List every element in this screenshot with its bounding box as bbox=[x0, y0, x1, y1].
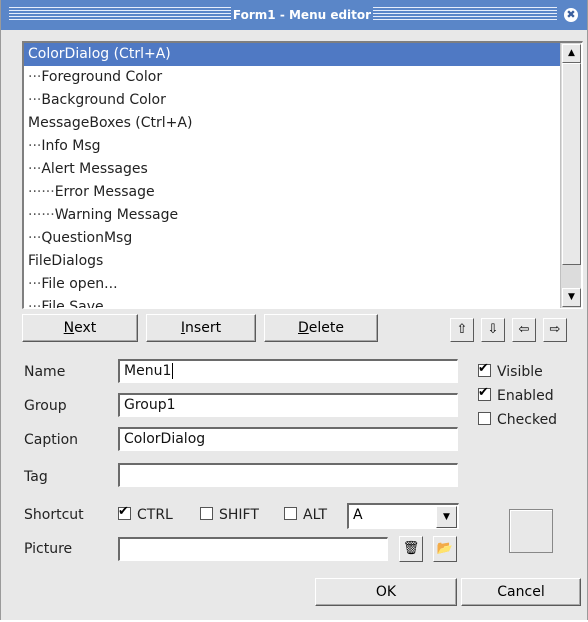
tree-item-label: File open... bbox=[41, 276, 118, 292]
tree-item-label: Foreground Color bbox=[41, 69, 163, 85]
shift-checkbox[interactable]: SHIFT bbox=[200, 505, 259, 525]
checkbox-box: ✔ bbox=[118, 504, 131, 520]
check-icon: ✔ bbox=[478, 385, 489, 400]
tree-item[interactable]: ······Error Message bbox=[24, 181, 560, 204]
name-label: Name bbox=[24, 364, 66, 380]
tag-input[interactable] bbox=[118, 463, 458, 487]
move-left-icon[interactable]: ⇦ bbox=[512, 318, 536, 342]
tree-item[interactable]: MessageBoxes (Ctrl+A) bbox=[24, 112, 560, 135]
tree-item-label: Alert Messages bbox=[41, 161, 148, 177]
menu-tree-list: ColorDialog (Ctrl+A) ···Foreground Color ·… bbox=[24, 43, 560, 309]
open-folder-icon[interactable]: 📂 bbox=[433, 536, 457, 562]
tag-label: Tag bbox=[24, 469, 48, 485]
title-stripes-right bbox=[373, 7, 557, 21]
tree-item[interactable]: ···Alert Messages bbox=[24, 158, 560, 181]
move-down-icon[interactable]: ⇩ bbox=[481, 318, 505, 342]
move-up-icon[interactable]: ⇧ bbox=[450, 318, 474, 342]
check-icon: ✔ bbox=[118, 504, 129, 519]
tree-item-label: Info Msg bbox=[41, 138, 101, 154]
tree-item[interactable]: ···QuestionMsg bbox=[24, 227, 560, 250]
tree-indent-dots: ··· bbox=[28, 299, 42, 309]
ok-button[interactable]: OK bbox=[315, 578, 457, 606]
alt-checkbox[interactable]: ALT bbox=[284, 505, 327, 525]
title-bar[interactable]: Form1 - Menu editor ✖ bbox=[1, 0, 587, 30]
tree-item[interactable]: ColorDialog (Ctrl+A) bbox=[24, 43, 560, 66]
tree-item[interactable]: ···Info Msg bbox=[24, 135, 560, 158]
menu-tree[interactable]: ColorDialog (Ctrl+A) ···Foreground Color ·… bbox=[22, 41, 583, 309]
picture-input[interactable] bbox=[118, 537, 388, 561]
menu-editor-window: Form1 - Menu editor ✖ ColorDialog (Ctrl+… bbox=[0, 0, 588, 620]
move-right-icon[interactable]: ⇨ bbox=[543, 318, 567, 342]
tree-item-label: FileDialogs bbox=[28, 253, 104, 269]
tree-indent-dots: ······ bbox=[28, 207, 55, 223]
scroll-down-icon[interactable]: ▼ bbox=[562, 288, 581, 307]
text-caret bbox=[172, 363, 174, 379]
checked-checkbox[interactable]: Checked bbox=[478, 410, 557, 430]
cancel-button[interactable]: Cancel bbox=[461, 578, 581, 606]
checkbox-box bbox=[284, 507, 297, 520]
tree-item-label: Background Color bbox=[41, 92, 166, 108]
tree-indent-dots: ··· bbox=[28, 92, 42, 108]
delete-button[interactable]: Delete bbox=[264, 314, 378, 342]
tree-indent-dots: ··· bbox=[28, 161, 42, 177]
ctrl-checkbox[interactable]: ✔ CTRL bbox=[118, 504, 173, 525]
next-button[interactable]: Next bbox=[22, 314, 138, 342]
tree-item[interactable]: ···File open... bbox=[24, 273, 560, 296]
caption-input[interactable]: ColorDialog bbox=[118, 427, 458, 451]
check-icon: ✔ bbox=[478, 361, 489, 376]
picture-label: Picture bbox=[24, 541, 73, 557]
checkbox-box: ✔ bbox=[478, 385, 491, 401]
visible-checkbox[interactable]: ✔ Visible bbox=[478, 361, 543, 382]
tree-indent-dots: ··· bbox=[28, 276, 42, 292]
insert-button[interactable]: Insert bbox=[146, 314, 256, 342]
name-input[interactable]: Menu1 bbox=[118, 359, 458, 383]
checkbox-box: ✔ bbox=[478, 361, 491, 377]
chevron-down-icon[interactable]: ▼ bbox=[436, 506, 457, 528]
checkbox-box bbox=[200, 507, 213, 520]
tree-item-label: File Save... bbox=[41, 299, 117, 309]
group-input[interactable]: Group1 bbox=[118, 393, 458, 417]
tree-item[interactable]: FileDialogs bbox=[24, 250, 560, 273]
checkbox-box bbox=[478, 412, 491, 425]
close-icon[interactable]: ✖ bbox=[564, 8, 578, 22]
tree-item[interactable]: ······Warning Message bbox=[24, 204, 560, 227]
tree-indent-dots: ······ bbox=[28, 184, 55, 200]
tree-indent-dots: ··· bbox=[28, 138, 42, 154]
tree-item-label: Error Message bbox=[54, 184, 155, 200]
window-title: Form1 - Menu editor bbox=[232, 8, 372, 22]
picture-preview bbox=[509, 509, 553, 553]
tree-item-label: Warning Message bbox=[54, 207, 179, 223]
tree-indent-dots: ··· bbox=[28, 69, 42, 85]
shortcut-key-value: A bbox=[353, 507, 363, 523]
scroll-thumb[interactable] bbox=[562, 63, 581, 265]
tree-item[interactable]: ···Background Color bbox=[24, 89, 560, 112]
tree-item-label: MessageBoxes (Ctrl+A) bbox=[28, 115, 193, 131]
trash-icon[interactable]: 🗑 bbox=[399, 536, 423, 562]
tree-item-label: QuestionMsg bbox=[41, 230, 133, 246]
title-stripes-left bbox=[9, 7, 231, 21]
tree-item-label: ColorDialog (Ctrl+A) bbox=[28, 46, 171, 62]
shortcut-label: Shortcut bbox=[24, 507, 84, 523]
caption-label: Caption bbox=[24, 432, 79, 448]
enabled-checkbox[interactable]: ✔ Enabled bbox=[478, 385, 554, 406]
scroll-up-icon[interactable]: ▲ bbox=[562, 44, 581, 63]
tree-indent-dots: ··· bbox=[28, 230, 42, 246]
shortcut-key-select[interactable]: A ▼ bbox=[347, 503, 459, 529]
tree-item[interactable]: ···File Save... bbox=[24, 296, 560, 309]
tree-item[interactable]: ···Foreground Color bbox=[24, 66, 560, 89]
group-label: Group bbox=[24, 398, 67, 414]
tree-scrollbar[interactable]: ▲ ▼ bbox=[560, 43, 581, 308]
